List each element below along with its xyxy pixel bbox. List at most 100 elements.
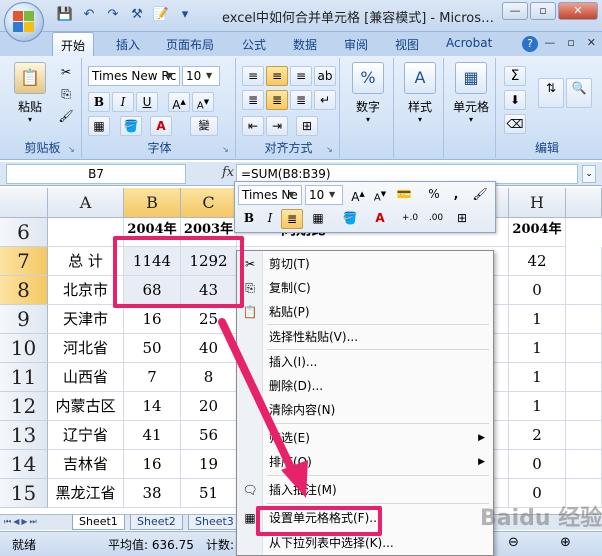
find-select-icon[interactable]: 🔍 (566, 78, 592, 108)
maximize-button[interactable]: ▫ (530, 2, 556, 20)
increase-font-icon[interactable]: A▲ (168, 92, 190, 112)
tools-icon[interactable]: ⚒ (128, 6, 146, 24)
accounting-format-icon[interactable]: 💳 (393, 185, 415, 205)
align-bottom-icon[interactable]: ≡ (290, 66, 312, 86)
cell-c[interactable]: 25 (181, 305, 237, 334)
cell-i[interactable] (566, 334, 602, 363)
align-top-icon[interactable]: ≡ (242, 66, 264, 86)
sort-filter-icon[interactable]: ⇅ (538, 78, 564, 108)
align-middle-icon[interactable]: ≡ (266, 66, 288, 86)
tab-home[interactable]: 开始 (52, 32, 95, 57)
grow-font-icon[interactable]: A▲ (347, 185, 369, 205)
column-header-b[interactable]: B (124, 188, 181, 218)
cell-h[interactable]: 1 (509, 392, 566, 421)
cell-a[interactable]: 辽宁省 (48, 421, 124, 450)
row-header[interactable]: 8 (0, 276, 48, 305)
copy-icon[interactable]: ⎘ (56, 86, 76, 104)
mini-italic-button[interactable]: I (259, 209, 281, 229)
cell-b[interactable]: 41 (124, 421, 181, 450)
styles-button[interactable]: A 样式 ▾ (400, 62, 440, 124)
mini-font-combo[interactable]: Times Ne ▼ (238, 185, 302, 205)
context-menu-item[interactable]: ✂ 剪切(T) (237, 253, 493, 275)
name-box[interactable]: B7 (6, 164, 186, 184)
increase-decimal-icon[interactable]: +.0 (399, 209, 421, 229)
cell-a[interactable]: 黑龙江省 (48, 479, 124, 508)
row-header-6[interactable]: 6 (0, 218, 48, 247)
tab-review[interactable]: 审阅 (344, 36, 368, 53)
cell-h[interactable]: 0 (509, 276, 566, 305)
context-menu-item[interactable]: 插入(I)... (237, 351, 493, 373)
wrap-text-icon[interactable]: ↵ (314, 90, 336, 110)
cell-h[interactable]: 1 (509, 334, 566, 363)
prev-sheet-icon[interactable]: ◀ (13, 517, 19, 527)
column-header-h[interactable]: H (509, 188, 566, 218)
format-painter-icon[interactable]: 🖌 (56, 108, 76, 126)
paste-button[interactable]: 📋 粘贴 ▾ (10, 62, 50, 124)
row-header[interactable]: 7 (0, 247, 48, 276)
cell-a[interactable]: 天津市 (48, 305, 124, 334)
cell-i[interactable] (566, 421, 602, 450)
context-menu-item[interactable]: 选择性粘贴(V)... (237, 326, 493, 348)
cell-i[interactable] (566, 247, 602, 276)
sheet-tab-2[interactable]: Sheet2 (130, 515, 183, 530)
row-header[interactable]: 10 (0, 334, 48, 363)
expand-formula-icon[interactable]: ⌄ (582, 165, 596, 183)
mini-borders-icon[interactable]: ▦ (307, 209, 329, 229)
cell-i[interactable] (566, 450, 602, 479)
row-header[interactable]: 9 (0, 305, 48, 334)
mini-fill-color-icon[interactable]: 🪣 (339, 209, 361, 229)
tab-acrobat[interactable]: Acrobat (446, 36, 492, 50)
cell-h[interactable]: 42 (509, 247, 566, 276)
next-sheet-icon[interactable]: ▶ (21, 517, 27, 527)
workbook-minimize-icon[interactable]: — (544, 36, 555, 49)
context-menu-item[interactable]: ⎘ 复制(C) (237, 277, 493, 299)
context-menu-item[interactable]: 筛选(E) ▶ (237, 427, 493, 449)
cell-h6[interactable]: 2004年 (509, 218, 566, 247)
fill-icon[interactable]: ⬇ (504, 90, 526, 110)
italic-button[interactable]: I (112, 92, 134, 112)
orientation-icon[interactable]: ab (314, 66, 336, 86)
merge-center-icon[interactable]: ⊞ (296, 116, 318, 136)
cell-b[interactable]: 50 (124, 334, 181, 363)
mini-center-button[interactable]: ≣ (281, 209, 303, 229)
cell-b[interactable]: 16 (124, 450, 181, 479)
align-right-icon[interactable]: ≣ (290, 90, 312, 110)
cell-h[interactable]: 2 (509, 421, 566, 450)
font-size-combo[interactable]: 10 ▼ (182, 66, 220, 86)
context-menu-item[interactable]: 🗨 插入批注(M) (237, 479, 493, 501)
cell-c[interactable]: 8 (181, 363, 237, 392)
increase-indent-icon[interactable]: ⇥ (266, 116, 288, 136)
context-menu-item[interactable]: 删除(D)... (237, 375, 493, 397)
zoom-out-icon[interactable]: ⊖ (508, 535, 519, 550)
redo-icon[interactable]: ↷ (104, 6, 122, 24)
launcher-icon[interactable]: ↘ (68, 145, 78, 155)
cell-i[interactable] (566, 363, 602, 392)
align-left-icon[interactable]: ≣ (242, 90, 264, 110)
tab-insert[interactable]: 插入 (116, 36, 140, 53)
tab-page-layout[interactable]: 页面布局 (166, 36, 214, 53)
format-painter-icon[interactable]: 🖌 (469, 185, 491, 205)
cell-c[interactable]: 19 (181, 450, 237, 479)
cell-b[interactable]: 16 (124, 305, 181, 334)
underline-button[interactable]: U (136, 92, 158, 112)
zoom-in-icon[interactable]: ⊕ (560, 535, 571, 550)
cell-h[interactable]: 1 (509, 305, 566, 334)
merge-cells-icon[interactable]: ⊞ (451, 209, 473, 229)
cell-b[interactable]: 14 (124, 392, 181, 421)
row-header[interactable]: 12 (0, 392, 48, 421)
shrink-font-icon[interactable]: A▼ (369, 185, 391, 205)
tab-data[interactable]: 数据 (293, 36, 317, 53)
number-format-button[interactable]: % 数字 ▾ (348, 62, 388, 124)
function-icon[interactable]: fx (222, 165, 234, 180)
column-header-c[interactable]: C (181, 188, 237, 218)
decrease-font-icon[interactable]: A▼ (192, 92, 214, 112)
cell-a[interactable]: 河北省 (48, 334, 124, 363)
cell-b[interactable]: 38 (124, 479, 181, 508)
font-name-combo[interactable]: Times New Rc ▼ (88, 66, 180, 86)
customize-qat-icon[interactable]: ▾ (176, 6, 194, 24)
workbook-close-icon[interactable]: ✕ (587, 36, 596, 49)
launcher-icon[interactable]: ↘ (222, 145, 232, 155)
select-all-corner[interactable] (0, 188, 48, 218)
phonetic-icon[interactable]: 變 (190, 116, 218, 136)
cell-a[interactable]: 山西省 (48, 363, 124, 392)
